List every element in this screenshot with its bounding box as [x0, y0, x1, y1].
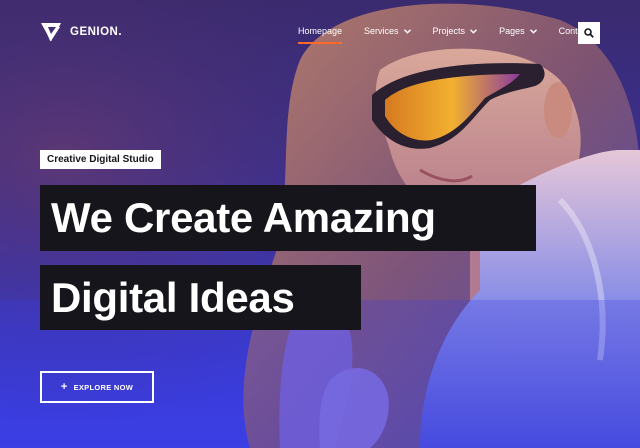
- nav-item-projects[interactable]: Projects: [433, 26, 478, 36]
- chevron-down-icon: [403, 28, 411, 34]
- nav-item-homepage[interactable]: Homepage: [298, 26, 343, 44]
- plus-icon: +: [60, 380, 68, 393]
- hero-headline-line1: We Create Amazing: [40, 185, 536, 251]
- explore-now-button[interactable]: + EXPLORE NOW: [40, 371, 154, 403]
- search-button[interactable]: [578, 22, 600, 44]
- nav-item-label: Services: [364, 26, 399, 36]
- main-nav: Homepage Services Projects Pages Contact: [298, 26, 612, 44]
- nav-item-label: Homepage: [298, 26, 343, 36]
- brand-logo[interactable]: GENION.: [40, 22, 122, 42]
- nav-item-label: Pages: [499, 26, 525, 36]
- hero-tagline: Creative Digital Studio: [40, 150, 161, 169]
- nav-item-label: Projects: [432, 26, 466, 36]
- cta-label: EXPLORE NOW: [73, 382, 134, 392]
- site-header: GENION. Homepage Services Projects Pages…: [0, 0, 640, 64]
- chevron-down-icon: [529, 28, 537, 34]
- search-icon: [584, 28, 594, 38]
- hero-section: GENION. Homepage Services Projects Pages…: [0, 0, 640, 448]
- hero-headline-line2: Digital Ideas: [40, 265, 361, 330]
- nav-item-services[interactable]: Services: [364, 26, 411, 36]
- chevron-down-icon: [470, 28, 478, 34]
- brand-name: GENION.: [70, 26, 123, 38]
- logo-mark-icon: [41, 22, 61, 42]
- nav-item-pages[interactable]: Pages: [499, 26, 537, 36]
